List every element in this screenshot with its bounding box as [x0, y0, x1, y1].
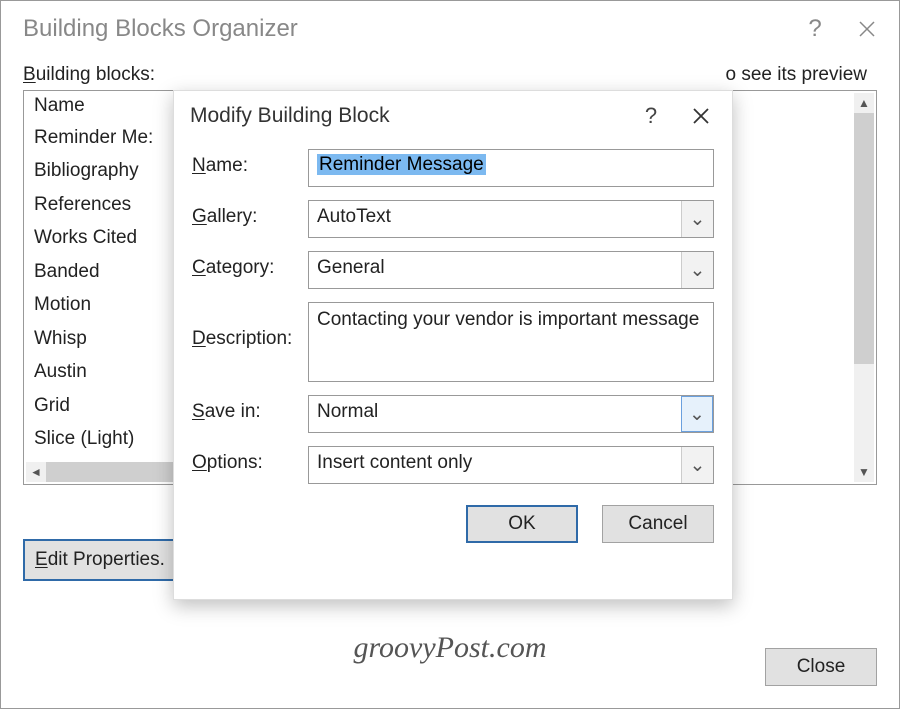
close-icon[interactable]	[841, 1, 893, 56]
options-value: Insert content only	[309, 447, 681, 483]
scroll-track[interactable]	[854, 113, 874, 462]
chevron-down-icon[interactable]: ⌄	[681, 447, 713, 483]
options-combobox[interactable]: Insert content only ⌄	[308, 446, 714, 484]
scroll-down-icon[interactable]: ▼	[854, 462, 874, 482]
inner-dialog-title: Modify Building Block	[190, 104, 626, 128]
watermark-text: groovyPost.com	[1, 631, 899, 665]
help-icon[interactable]: ?	[789, 1, 841, 56]
close-icon[interactable]	[676, 91, 726, 141]
inner-titlebar: Modify Building Block ?	[174, 91, 732, 141]
edit-properties-button[interactable]: Edit Properties.	[23, 539, 177, 581]
description-textarea[interactable]: Contacting your vendor is important mess…	[308, 302, 714, 382]
vertical-scrollbar[interactable]: ▲ ▼	[854, 93, 874, 482]
gallery-label: Gallery:	[192, 200, 308, 228]
gallery-value: AutoText	[309, 201, 681, 237]
scroll-up-icon[interactable]: ▲	[854, 93, 874, 113]
save-in-combobox[interactable]: Normal ⌄	[308, 395, 714, 433]
description-label: Description:	[192, 302, 308, 350]
heading-row: Building blocks: o see its preview	[1, 56, 899, 90]
options-label: Options:	[192, 446, 308, 474]
modify-building-block-dialog: Modify Building Block ? Name: Reminder M…	[173, 90, 733, 600]
category-combobox[interactable]: General ⌄	[308, 251, 714, 289]
category-value: General	[309, 252, 681, 288]
cancel-button[interactable]: Cancel	[602, 505, 714, 543]
dialog-title: Building Blocks Organizer	[23, 15, 789, 43]
name-input[interactable]: Reminder Message	[308, 149, 714, 187]
category-label: Category:	[192, 251, 308, 279]
building-blocks-label: Building blocks:	[23, 64, 725, 86]
save-in-value: Normal	[309, 396, 681, 432]
save-in-label: Save in:	[192, 395, 308, 423]
chevron-down-icon[interactable]: ⌄	[681, 252, 713, 288]
titlebar: Building Blocks Organizer ?	[1, 1, 899, 56]
name-label: Name:	[192, 149, 308, 177]
help-icon[interactable]: ?	[626, 91, 676, 141]
gallery-combobox[interactable]: AutoText ⌄	[308, 200, 714, 238]
scroll-left-icon[interactable]: ◄	[26, 462, 46, 482]
ok-button[interactable]: OK	[466, 505, 578, 543]
chevron-down-icon[interactable]: ⌄	[681, 201, 713, 237]
chevron-down-icon[interactable]: ⌄	[681, 396, 713, 432]
preview-heading-fragment: o see its preview	[725, 64, 877, 86]
scroll-thumb[interactable]	[854, 113, 874, 364]
